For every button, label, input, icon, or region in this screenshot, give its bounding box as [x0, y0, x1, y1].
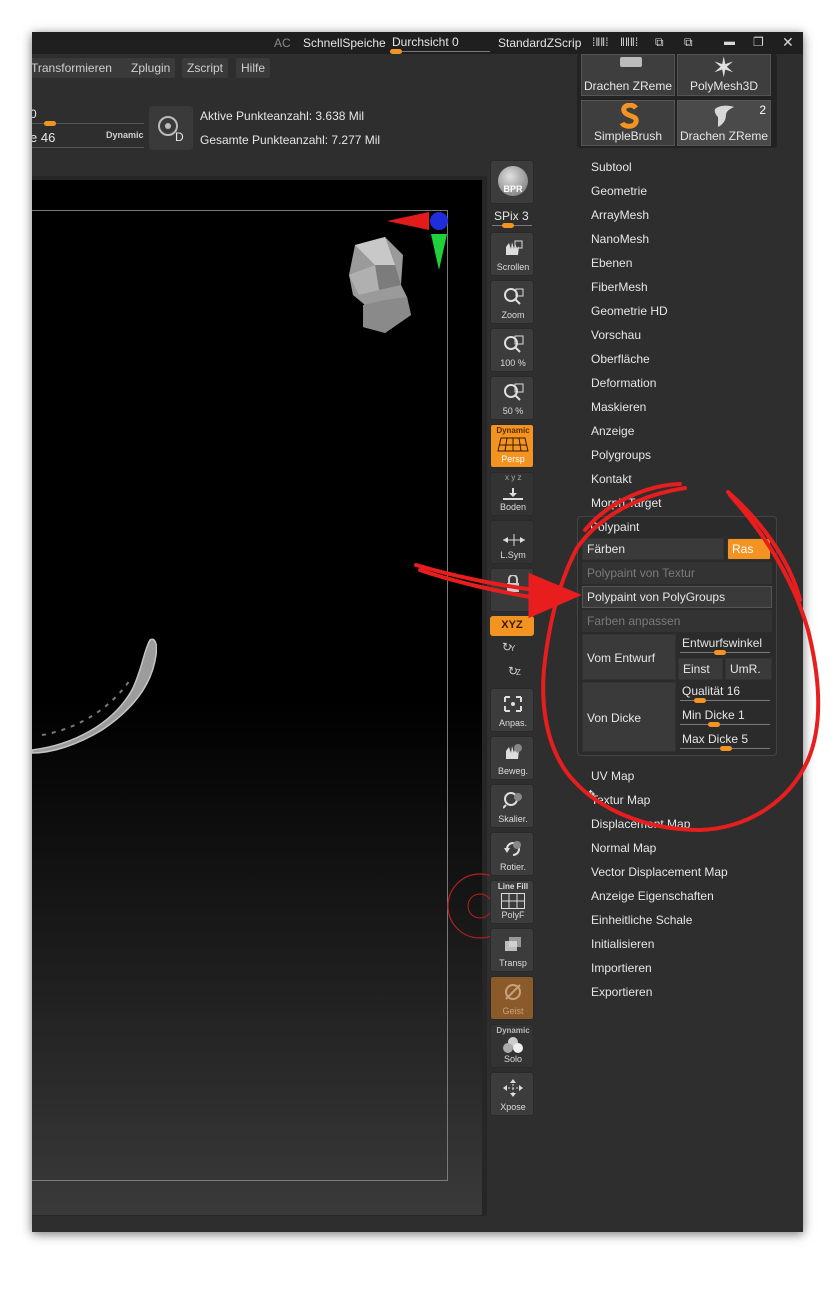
annotation-ellipse: [541, 486, 821, 832]
annotation-overlay: [414, 482, 821, 832]
